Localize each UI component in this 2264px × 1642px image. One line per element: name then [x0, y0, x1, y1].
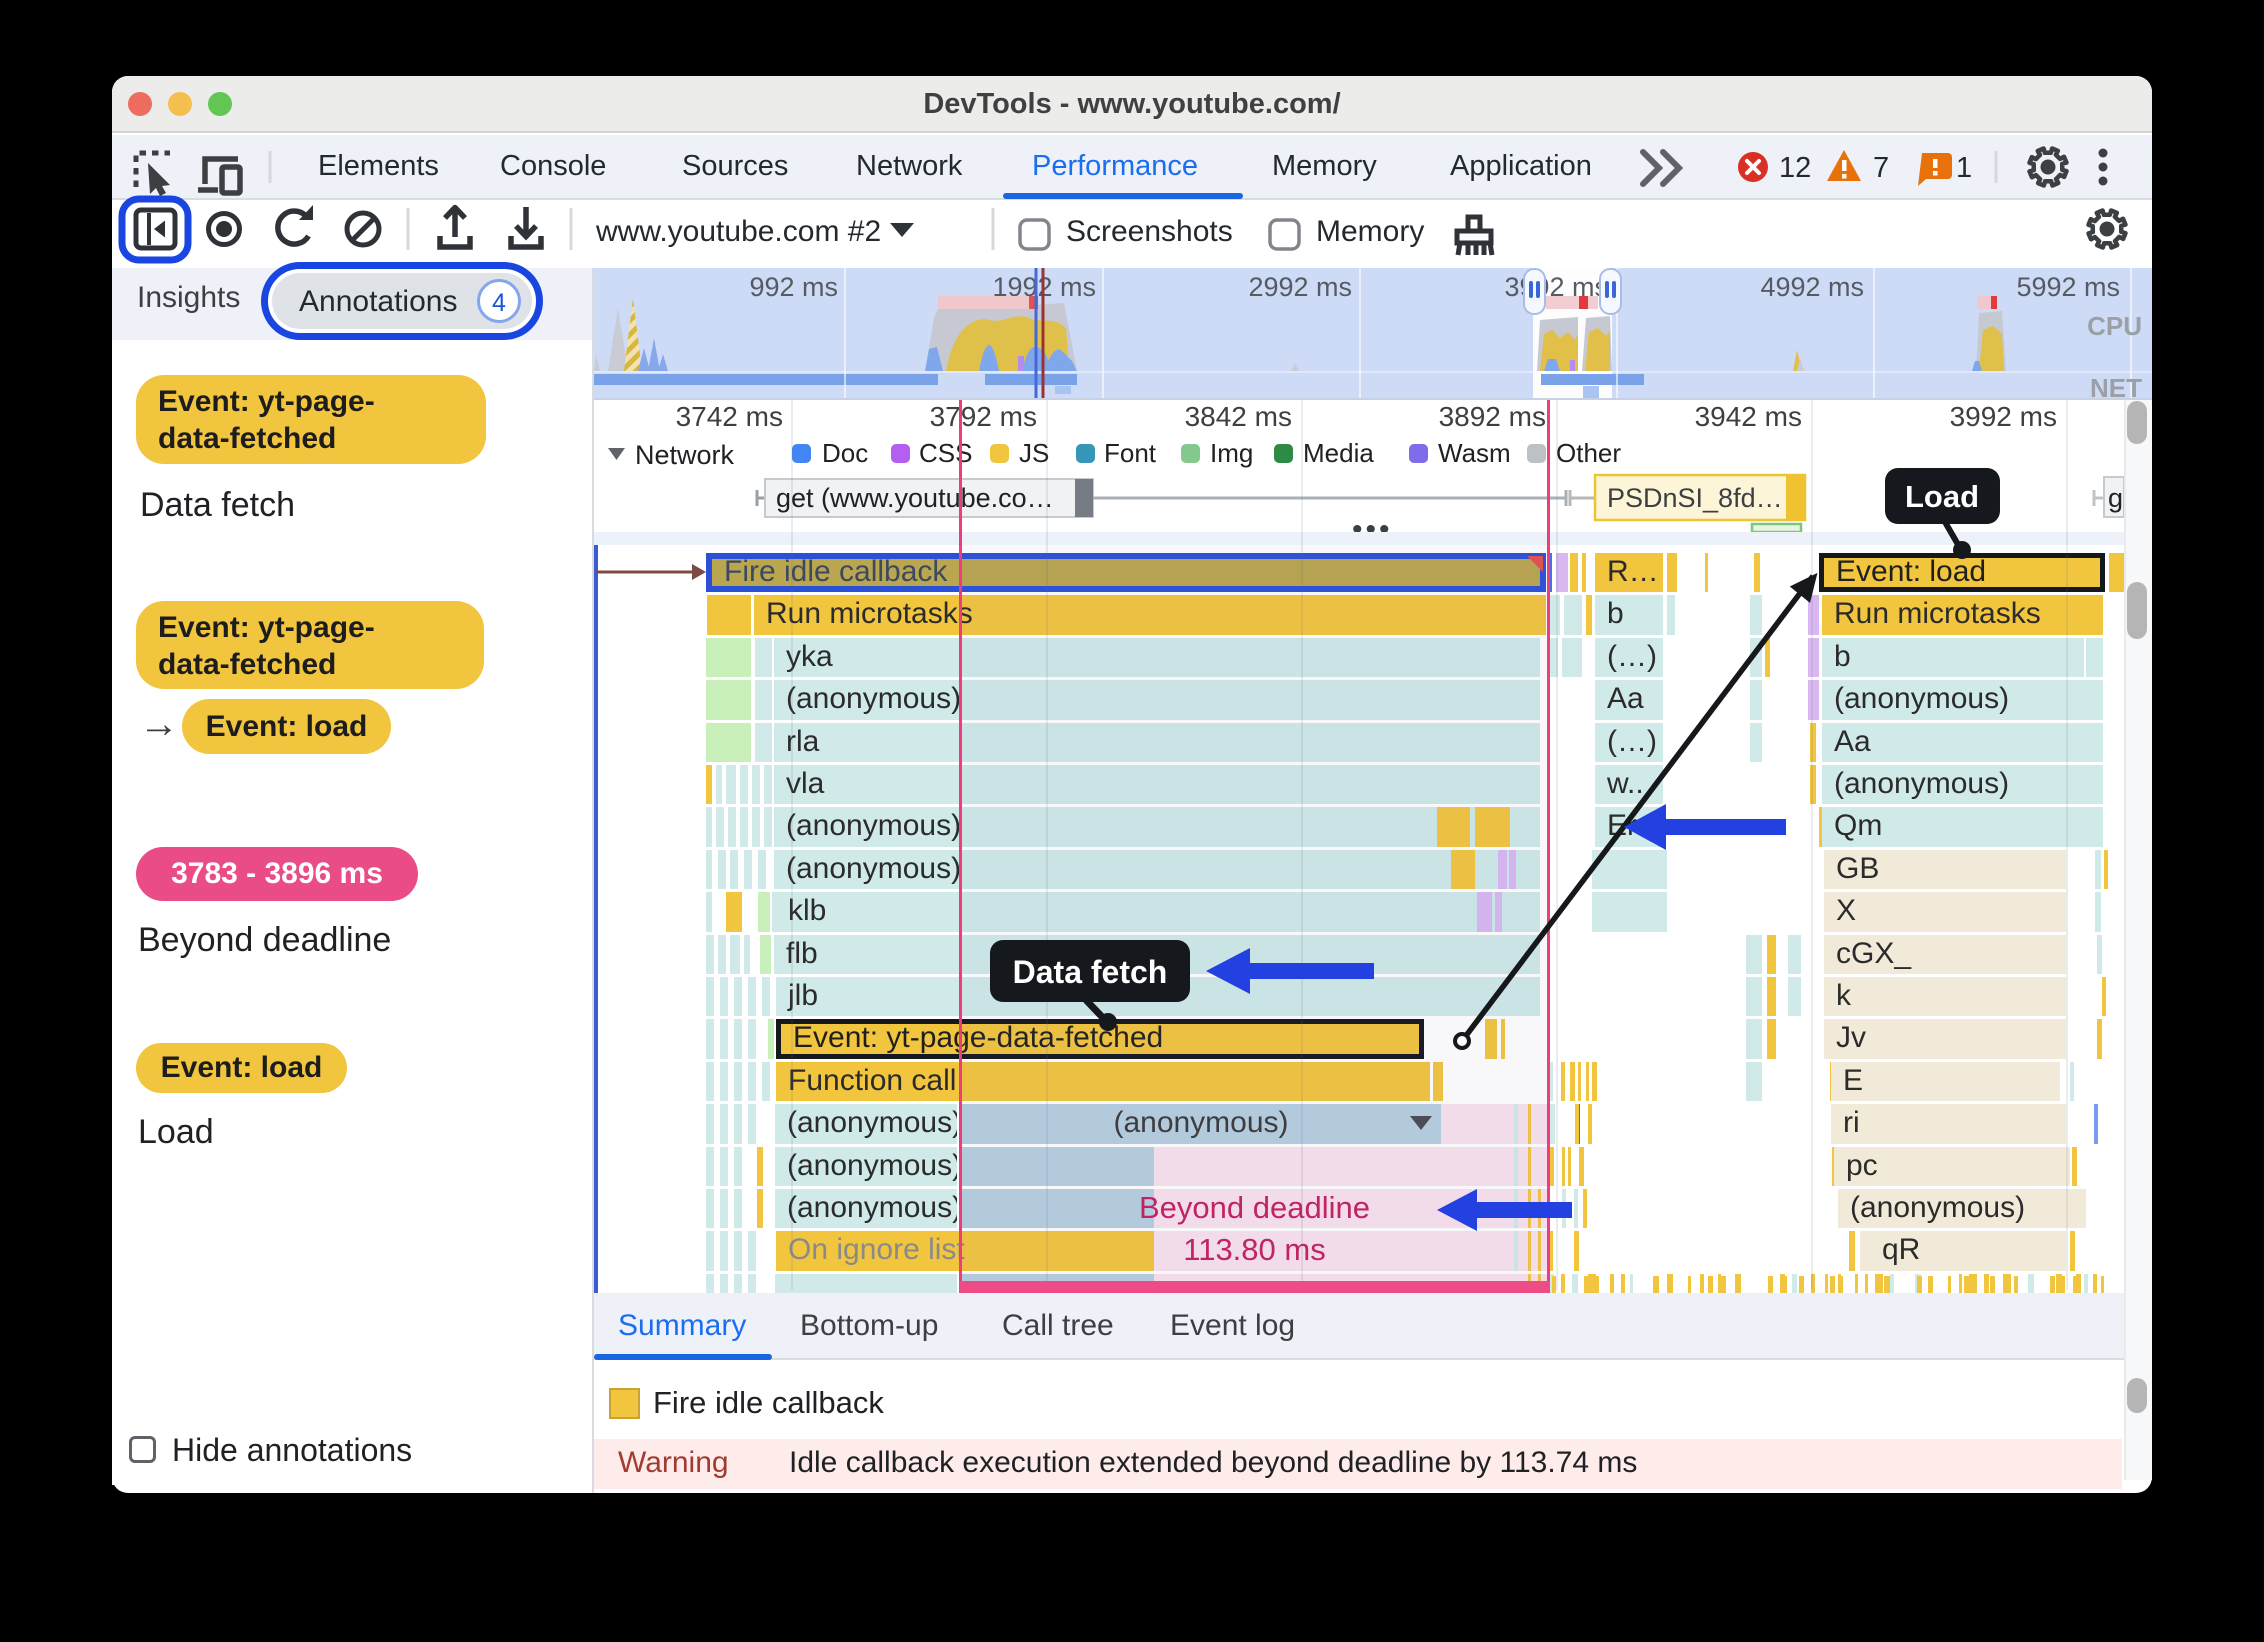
svg-text:Load: Load — [1905, 479, 1979, 514]
svg-text:Data fetch: Data fetch — [1013, 954, 1168, 990]
